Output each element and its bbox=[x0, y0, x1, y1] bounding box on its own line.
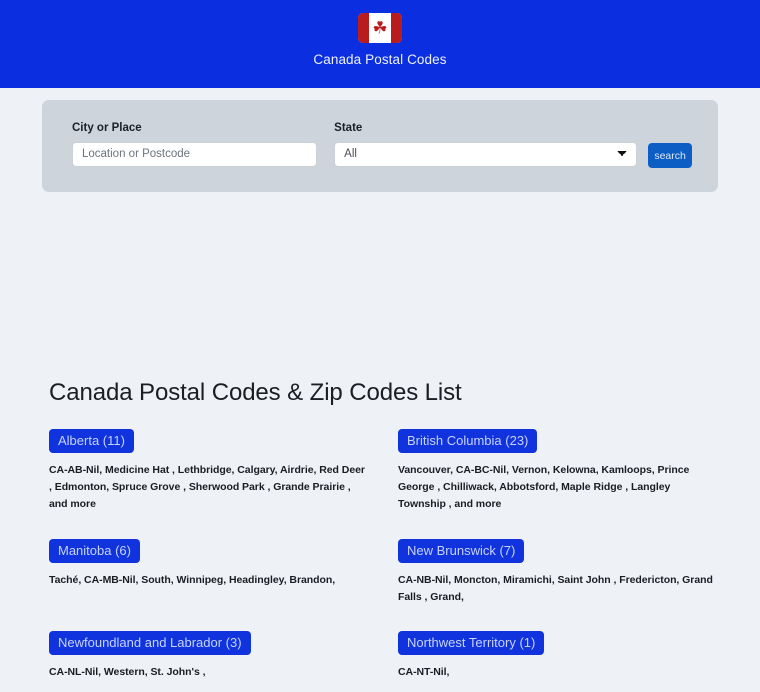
flag-left-band bbox=[358, 13, 369, 43]
province-cell: New Brunswick (7) CA-NB-Nil, Moncton, Mi… bbox=[391, 538, 718, 617]
state-label: State bbox=[334, 122, 363, 134]
province-badge-manitoba[interactable]: Manitoba (6) bbox=[49, 538, 140, 563]
province-cell: Alberta (11) CA-AB-Nil, Medicine Hat , L… bbox=[42, 429, 369, 524]
canada-flag-icon: ☘ bbox=[358, 13, 402, 43]
province-cities-manitoba: Taché, CA-MB-Nil, South, Winnipeg, Headi… bbox=[49, 573, 336, 586]
maple-leaf-icon: ☘ bbox=[372, 18, 388, 38]
province-badge-british-columbia[interactable]: British Columbia (23) bbox=[398, 429, 538, 453]
province-cell: Manitoba (6) Taché, CA-MB-Nil, South, Wi… bbox=[42, 538, 369, 617]
search-form: City or Place State All search bbox=[42, 100, 718, 192]
state-field-group: State All bbox=[334, 122, 638, 167]
province-cities-new-brunswick: CA-NB-Nil, Moncton, Miramichi, Saint Joh… bbox=[398, 573, 713, 603]
state-select[interactable]: All bbox=[334, 141, 638, 167]
province-cell: Northwest Territory (1) CA-NT-Nil, bbox=[391, 631, 718, 692]
province-cities-british-columbia: Vancouver, CA-BC-Nil, Vernon, Kelowna, K… bbox=[398, 464, 690, 510]
flag-right-band bbox=[391, 13, 402, 43]
province-badge-northwest-territory[interactable]: Northwest Territory (1) bbox=[398, 631, 545, 655]
province-cities-northwest-territory: CA-NT-Nil, bbox=[398, 666, 450, 678]
province-grid: Alberta (11) CA-AB-Nil, Medicine Hat , L… bbox=[42, 429, 718, 692]
site-header: ☘ Canada Postal Codes bbox=[0, 0, 760, 88]
city-field-group: City or Place bbox=[72, 122, 318, 167]
province-cities-newfoundland-and-labrador: CA-NL-Nil, Western, St. John's , bbox=[49, 666, 206, 678]
province-cell: British Columbia (23) Vancouver, CA-BC-N… bbox=[391, 429, 718, 524]
city-label: City or Place bbox=[72, 122, 142, 134]
brand-link[interactable]: ☘ Canada Postal Codes bbox=[313, 13, 447, 67]
page-title: Canada Postal Codes & Zip Codes List bbox=[49, 379, 462, 406]
province-cell: Newfoundland and Labrador (3) CA-NL-Nil,… bbox=[42, 631, 369, 692]
site-title: Canada Postal Codes bbox=[313, 52, 447, 67]
search-panel-wrapper: City or Place State All search bbox=[0, 88, 760, 192]
province-badge-new-brunswick[interactable]: New Brunswick (7) bbox=[398, 538, 525, 563]
province-cities-alberta: CA-AB-Nil, Medicine Hat , Lethbridge, Ca… bbox=[49, 464, 365, 510]
search-button[interactable]: search bbox=[648, 143, 692, 168]
listing-section: Canada Postal Codes & Zip Codes List Alb… bbox=[0, 379, 760, 692]
province-badge-alberta[interactable]: Alberta (11) bbox=[49, 429, 134, 453]
search-input[interactable] bbox=[72, 141, 318, 167]
province-badge-newfoundland-and-labrador[interactable]: Newfoundland and Labrador (3) bbox=[49, 631, 251, 655]
